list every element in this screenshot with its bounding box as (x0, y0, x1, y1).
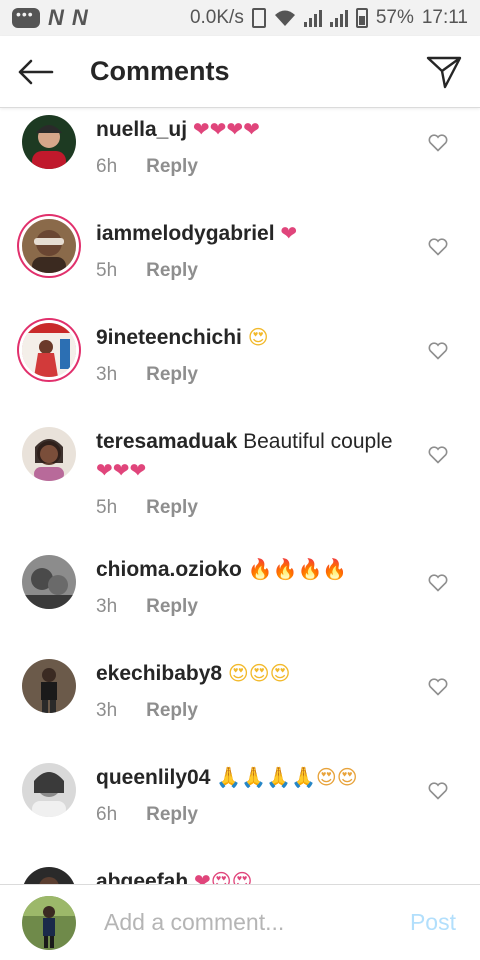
heart-outline-icon (428, 574, 448, 592)
comment-time: 5h (96, 260, 118, 281)
comment-emoji: 😍😍😍 (227, 661, 291, 685)
post-button[interactable]: Post (410, 909, 456, 936)
reply-button[interactable]: Reply (146, 700, 198, 722)
comment-emoji: ❤😍😍 (194, 869, 253, 884)
comment-username[interactable]: chioma.ozioko (96, 558, 242, 581)
like-button[interactable] (424, 129, 452, 157)
avatar[interactable] (22, 763, 76, 817)
comment-emoji: ❤❤❤ (96, 458, 147, 482)
heart-outline-icon (428, 782, 448, 800)
share-button[interactable] (408, 36, 480, 108)
page-title: Comments (90, 56, 230, 86)
comment-text: nuella_uj ❤❤❤❤ (96, 115, 414, 144)
comment-text: chioma.ozioko 🔥🔥🔥🔥 (96, 555, 414, 584)
comment-username[interactable]: teresamaduak (96, 430, 237, 453)
reply-button[interactable]: Reply (146, 260, 198, 282)
comment-emoji: 😍 (247, 325, 269, 349)
heart-outline-icon (428, 238, 448, 256)
comment-text: queenlily04 🙏🙏🙏🙏😍😍 (96, 763, 414, 792)
comment-text: teresamaduak Beautiful couple ❤❤❤ (96, 427, 414, 485)
avatar[interactable] (22, 555, 76, 609)
reply-button[interactable]: Reply (146, 497, 198, 519)
comment-time: 5h (96, 497, 118, 518)
heart-outline-icon (428, 134, 448, 152)
wifi-icon (274, 10, 295, 26)
like-button[interactable] (424, 673, 452, 701)
comment-time: 6h (96, 804, 118, 825)
comment-username[interactable]: abgeefah (96, 870, 188, 884)
comment-time: 3h (96, 596, 118, 617)
avatar[interactable] (22, 659, 76, 713)
comment-username[interactable]: iammelodygabriel (96, 222, 275, 245)
chat-notification-icon (12, 6, 40, 28)
comment-username[interactable]: queenlily04 (96, 766, 210, 789)
like-button[interactable] (424, 337, 452, 365)
heart-outline-icon (428, 678, 448, 696)
comment-username[interactable]: nuella_uj (96, 118, 187, 141)
like-button[interactable] (424, 777, 452, 805)
clock: 17:11 (421, 7, 468, 28)
reply-button[interactable]: Reply (146, 156, 198, 178)
arrow-left-icon (18, 59, 54, 84)
like-button[interactable] (424, 233, 452, 261)
comment-username[interactable]: 9ineteenchichi (96, 326, 242, 349)
comment-username[interactable]: ekechibaby8 (96, 662, 222, 685)
avatar[interactable] (22, 219, 76, 273)
comment-text: abgeefah ❤😍😍 (96, 867, 414, 884)
comment-text: ekechibaby8 😍😍😍 (96, 659, 414, 688)
current-user-avatar[interactable] (22, 895, 76, 950)
comment-input[interactable] (104, 909, 384, 936)
signal-icon (303, 9, 322, 27)
comment-text: iammelodygabriel ❤ (96, 219, 414, 248)
comment-time: 6h (96, 156, 118, 177)
reply-button[interactable]: Reply (146, 596, 198, 618)
vibrate-icon (251, 8, 266, 28)
comment-composer: Post (0, 884, 480, 960)
battery-icon (355, 8, 368, 28)
comment-body: Beautiful couple (243, 430, 393, 453)
comment-text: 9ineteenchichi 😍 (96, 323, 414, 352)
heart-outline-icon (428, 342, 448, 360)
paper-plane-icon (426, 56, 462, 88)
status-bar: N N 0.0K/s 57% 17:11 (0, 0, 480, 36)
reply-button[interactable]: Reply (146, 804, 198, 826)
carrier-n-icon: N (48, 5, 64, 30)
avatar[interactable] (22, 427, 76, 481)
header-bar: Comments (0, 36, 480, 108)
comment-emoji: ❤ (280, 221, 298, 245)
comment-emoji: 🔥🔥🔥🔥 (247, 557, 348, 581)
signal-icon-2 (329, 9, 348, 27)
back-button[interactable] (0, 36, 72, 108)
avatar[interactable] (22, 867, 76, 884)
comment-emoji: 🙏🙏🙏🙏😍😍 (216, 765, 358, 789)
heart-outline-icon (428, 446, 448, 464)
avatar[interactable] (22, 323, 76, 377)
network-speed: 0.0K/s (189, 7, 244, 28)
comment-emoji: ❤❤❤❤ (192, 117, 260, 141)
comments-list[interactable]: nuella_uj ❤❤❤❤ 6h Reply iammelodygabriel… (0, 109, 480, 884)
like-button[interactable] (424, 569, 452, 597)
avatar[interactable] (22, 115, 76, 169)
comment-time: 3h (96, 700, 118, 721)
comment-time: 3h (96, 364, 118, 385)
carrier-n-icon-2: N (71, 5, 88, 30)
reply-button[interactable]: Reply (146, 364, 198, 386)
like-button[interactable] (424, 441, 452, 469)
battery-percent: 57% (375, 7, 414, 28)
